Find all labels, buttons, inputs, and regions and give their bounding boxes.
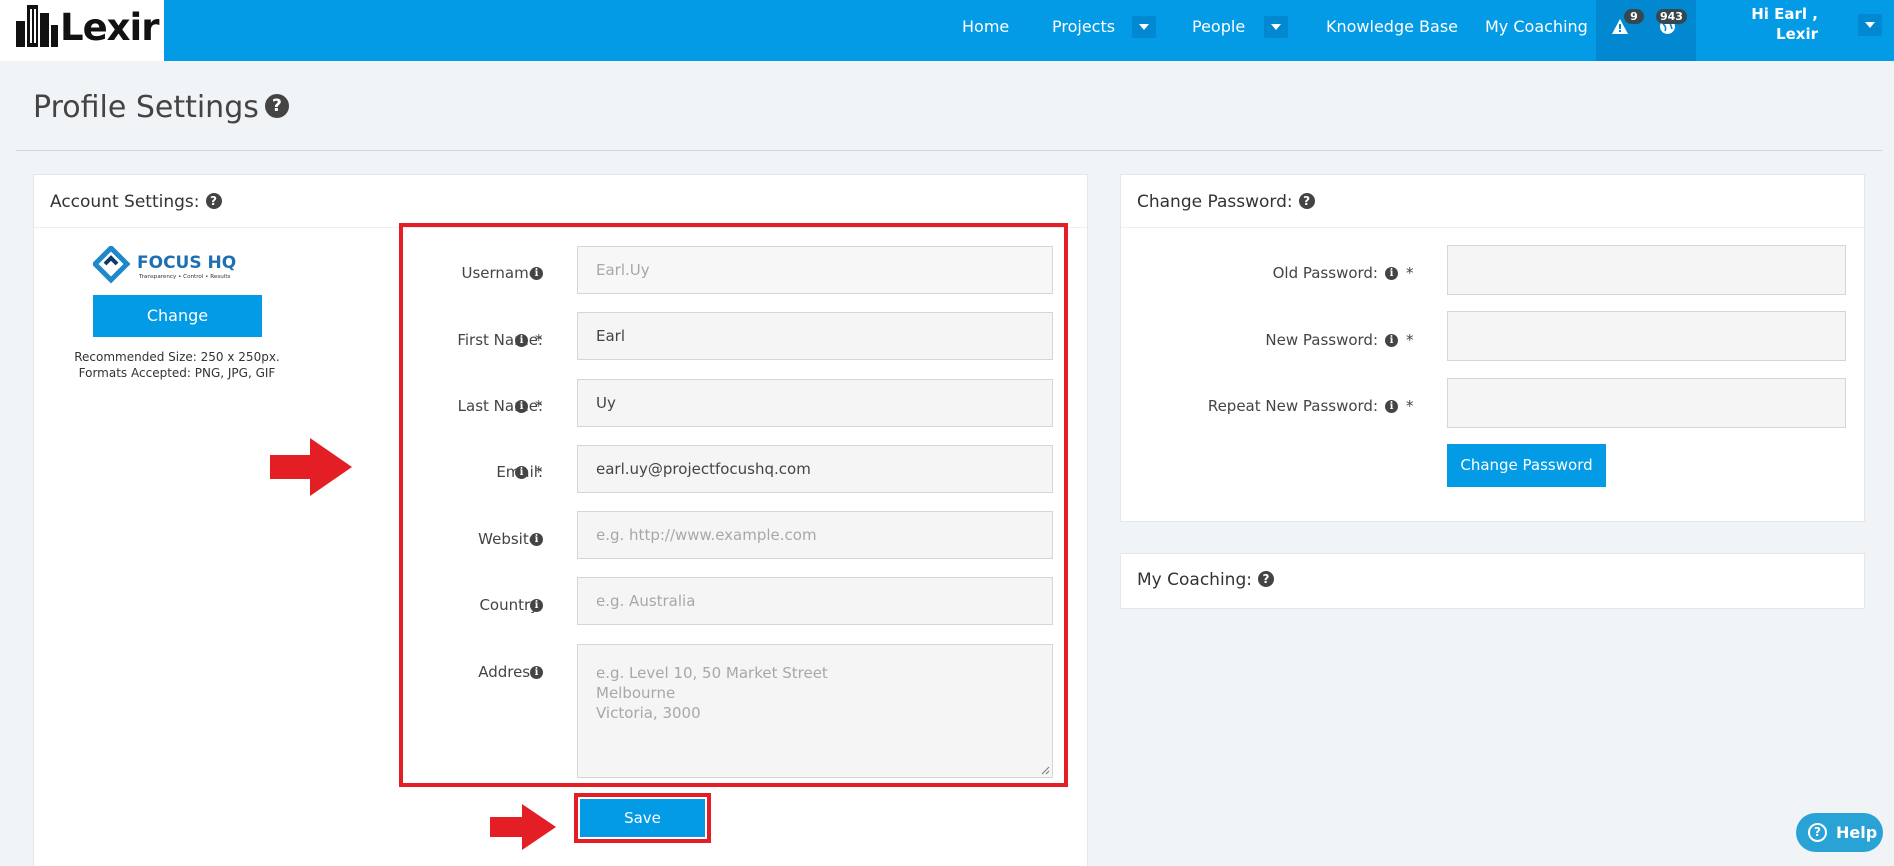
nav-people[interactable]: People bbox=[1192, 17, 1245, 36]
last-name-field[interactable]: Uy bbox=[577, 379, 1053, 427]
resize-grip-icon[interactable] bbox=[1040, 765, 1050, 775]
required-asterisk: * bbox=[535, 331, 543, 349]
user-greeting: Hi Earl , bbox=[1751, 5, 1818, 23]
address-placeholder-line: e.g. Level 10, 50 Market Street bbox=[596, 664, 828, 682]
my-coaching-panel: My Coaching:? bbox=[1120, 553, 1865, 609]
save-button[interactable]: Save bbox=[580, 799, 705, 837]
building-icon bbox=[16, 5, 58, 47]
annotation-arrow-form bbox=[270, 438, 352, 496]
last-name-label: Last Name: bbox=[457, 397, 543, 415]
repeat-password-label: Repeat New Password: bbox=[1207, 397, 1378, 415]
alerts-count-badge: 9 bbox=[1624, 9, 1644, 24]
my-coaching-heading: My Coaching:? bbox=[1137, 570, 1274, 590]
annotation-arrow-save bbox=[490, 804, 556, 850]
nav-projects[interactable]: Projects bbox=[1052, 17, 1115, 36]
question-circle-icon: ? bbox=[1808, 823, 1827, 842]
panel-divider bbox=[1121, 227, 1864, 228]
country-field[interactable]: e.g. Australia bbox=[577, 577, 1053, 625]
nav-home[interactable]: Home bbox=[962, 17, 1009, 36]
question-circle-icon[interactable]: ? bbox=[264, 93, 289, 118]
change-logo-button[interactable]: Change bbox=[93, 295, 262, 337]
email-field[interactable]: earl.uy@projectfocushq.com bbox=[577, 445, 1053, 493]
required-asterisk: * bbox=[535, 463, 543, 481]
address-textarea[interactable]: e.g. Level 10, 50 Market Street Melbourn… bbox=[577, 644, 1053, 778]
help-button[interactable]: ? Help bbox=[1796, 813, 1883, 852]
info-icon[interactable]: i bbox=[1385, 400, 1398, 413]
first-name-field[interactable]: Earl bbox=[577, 312, 1053, 360]
company-logo-name: FOCUS HQ bbox=[137, 253, 236, 273]
notifications-count-badge: 943 bbox=[1656, 9, 1687, 24]
user-dropdown-toggle[interactable] bbox=[1858, 14, 1882, 36]
info-icon[interactable]: i bbox=[515, 334, 528, 347]
projects-dropdown-toggle[interactable] bbox=[1132, 16, 1156, 38]
question-circle-icon[interactable]: ? bbox=[205, 193, 222, 209]
account-settings-title: Account Settings: bbox=[50, 192, 200, 212]
username-field: Earl.Uy bbox=[577, 246, 1053, 294]
required-asterisk: * bbox=[535, 397, 543, 415]
info-icon[interactable]: i bbox=[530, 599, 543, 612]
old-password-field[interactable] bbox=[1447, 245, 1846, 295]
first-name-label: First Name: bbox=[457, 331, 543, 349]
info-icon[interactable]: i bbox=[515, 400, 528, 413]
change-password-button[interactable]: Change Password bbox=[1447, 444, 1606, 487]
brand-name: Lexir bbox=[60, 6, 159, 49]
info-icon[interactable]: i bbox=[1385, 267, 1398, 280]
page-title: Profile Settings? bbox=[33, 90, 289, 125]
info-icon[interactable]: i bbox=[1385, 334, 1398, 347]
people-dropdown-toggle[interactable] bbox=[1264, 16, 1288, 38]
account-settings-heading: Account Settings:? bbox=[50, 192, 222, 212]
logo-format-hint: Formats Accepted: PNG, JPG, GIF bbox=[78, 366, 276, 380]
nav-knowledge-base[interactable]: Knowledge Base bbox=[1326, 17, 1458, 36]
nav-my-coaching[interactable]: My Coaching bbox=[1485, 17, 1588, 36]
my-coaching-title: My Coaching: bbox=[1137, 570, 1252, 590]
top-navbar: Lexir Home Projects People Knowledge Bas… bbox=[0, 0, 1894, 61]
change-password-title: Change Password: bbox=[1137, 192, 1293, 212]
info-icon[interactable]: i bbox=[530, 666, 543, 679]
required-asterisk: * bbox=[1406, 331, 1414, 349]
info-icon[interactable]: i bbox=[530, 267, 543, 280]
info-icon[interactable]: i bbox=[530, 533, 543, 546]
logo-size-hint: Recommended Size: 250 x 250px. bbox=[74, 350, 280, 364]
user-company: Lexir bbox=[1776, 25, 1818, 43]
notification-area: 9 943 bbox=[1596, 0, 1696, 61]
repeat-password-field[interactable] bbox=[1447, 378, 1846, 428]
question-circle-icon[interactable]: ? bbox=[1257, 571, 1274, 587]
address-placeholder-line: Victoria, 3000 bbox=[596, 704, 701, 722]
brand-logo[interactable]: Lexir bbox=[0, 0, 164, 61]
company-logo: FOCUS HQ Transparency • Control • Result… bbox=[93, 246, 261, 284]
address-placeholder-line: Melbourne bbox=[596, 684, 676, 702]
page-title-text: Profile Settings bbox=[33, 90, 259, 125]
old-password-label: Old Password: bbox=[1272, 264, 1378, 282]
info-icon[interactable]: i bbox=[515, 466, 528, 479]
new-password-field[interactable] bbox=[1447, 311, 1846, 361]
help-label: Help bbox=[1836, 823, 1878, 842]
company-logo-tagline: Transparency • Control • Results bbox=[138, 274, 231, 280]
required-asterisk: * bbox=[1406, 397, 1414, 415]
question-circle-icon[interactable]: ? bbox=[1298, 193, 1315, 209]
change-password-heading: Change Password:? bbox=[1137, 192, 1315, 212]
new-password-label: New Password: bbox=[1265, 331, 1378, 349]
website-field[interactable]: e.g. http://www.example.com bbox=[577, 511, 1053, 559]
user-menu[interactable]: Hi Earl , Lexir bbox=[1751, 4, 1818, 44]
required-asterisk: * bbox=[1406, 264, 1414, 282]
header-divider bbox=[16, 150, 1882, 151]
